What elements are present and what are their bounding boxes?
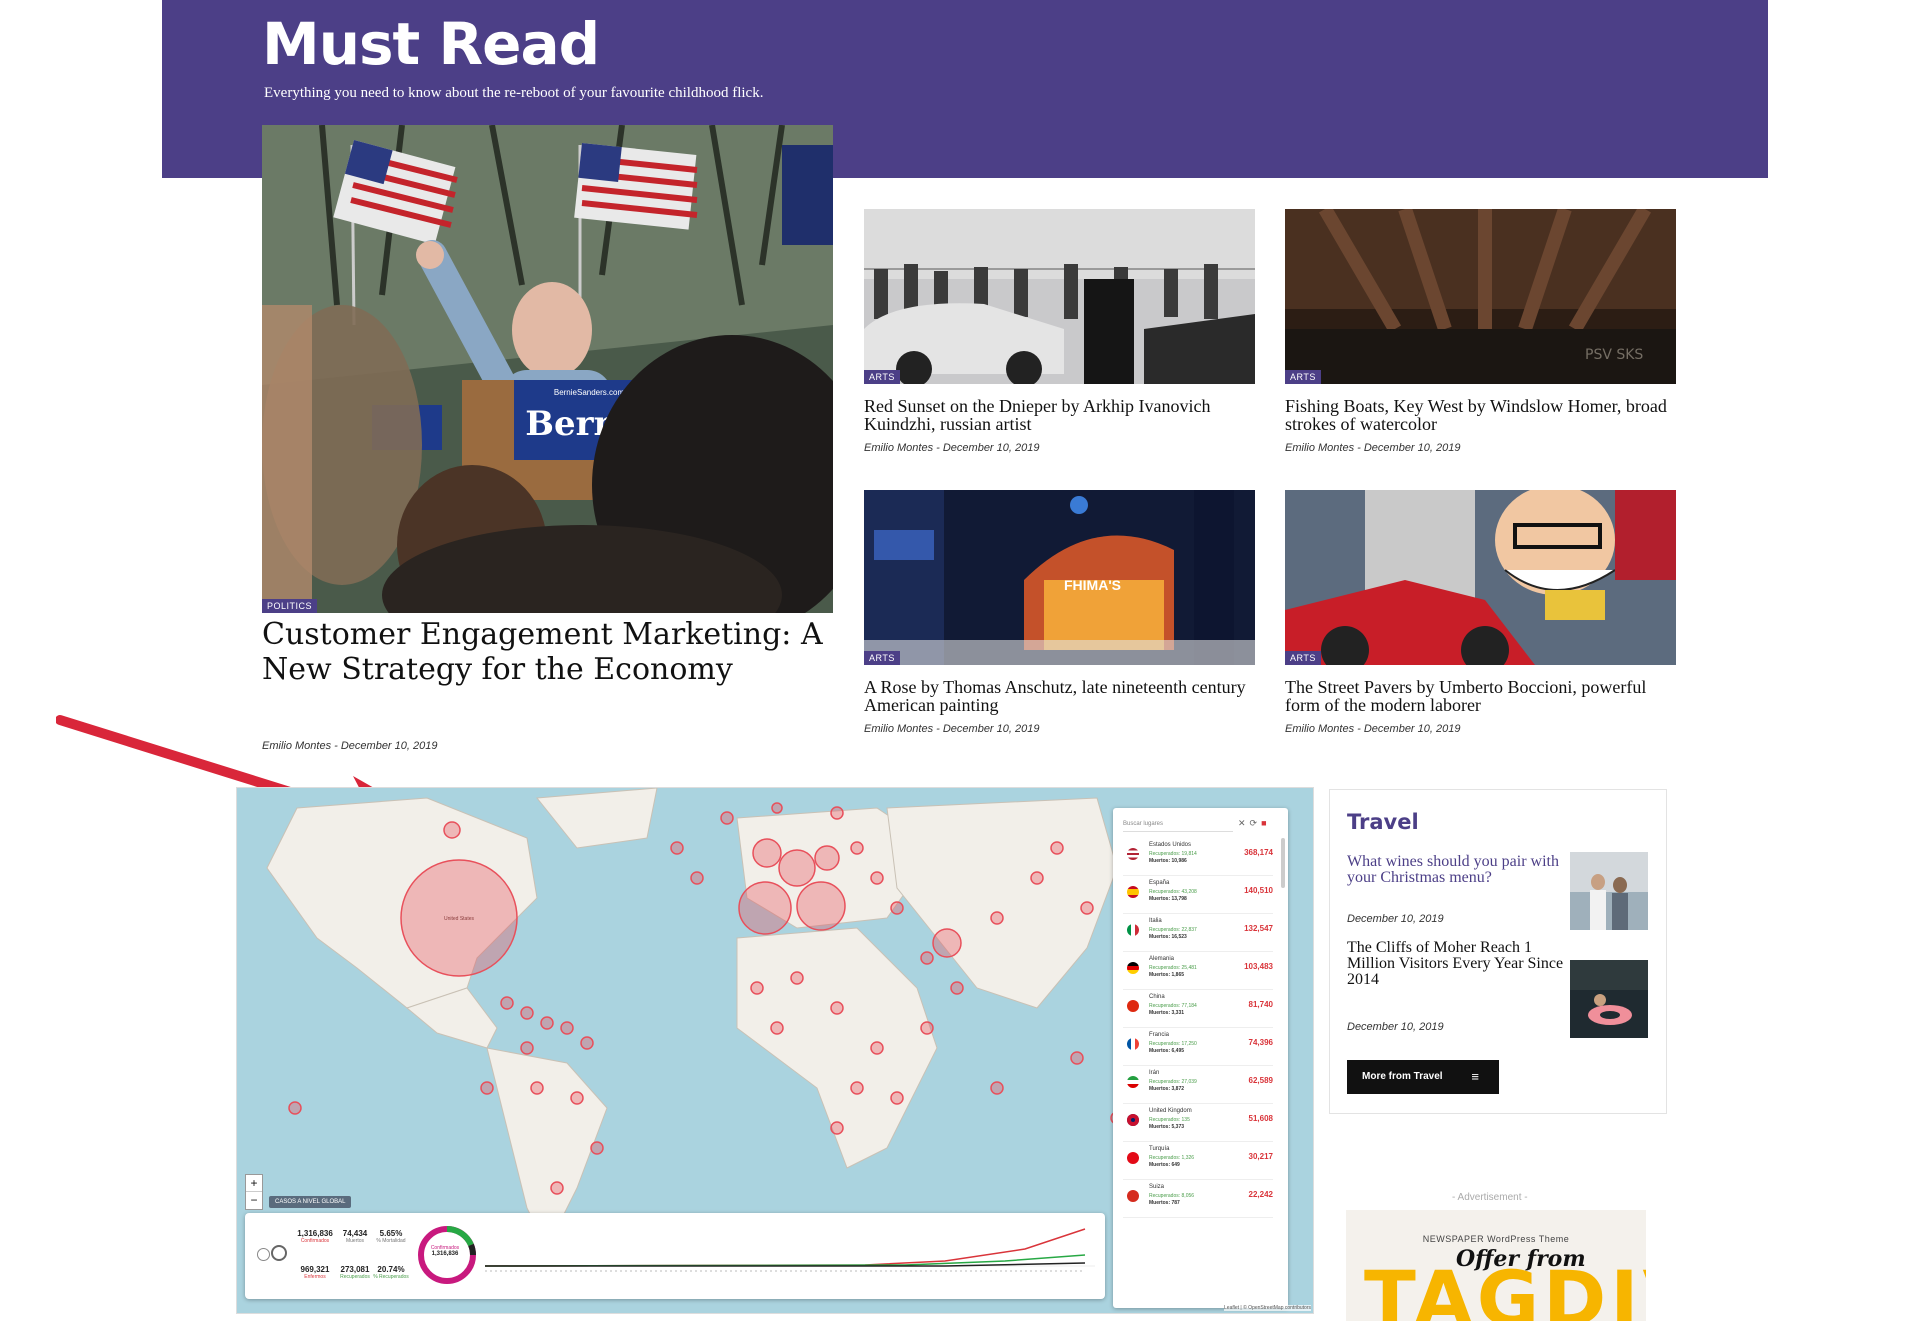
close-icon[interactable]: ✕ — [1238, 818, 1250, 828]
flag-ir-icon — [1127, 1076, 1139, 1088]
stat-recovered: 273,081 Recuperados — [340, 1265, 370, 1280]
category-badge[interactable]: ARTS — [864, 651, 900, 665]
hero-image[interactable]: Bernie BernieSanders.com POLITICS — [262, 125, 833, 613]
card-image[interactable]: FHIMA'S ARTS — [864, 490, 1255, 665]
advertisement-banner[interactable]: NEWSPAPER WordPress Theme TAGDIV Offer f… — [1346, 1210, 1646, 1321]
search-input[interactable]: Buscar lugares — [1123, 818, 1233, 832]
covid-map[interactable]: United States + − CASOS A NIVEL GLOBAL 1… — [236, 787, 1314, 1314]
advertisement-label: - Advertisement - — [1452, 1192, 1528, 1203]
globe-icon[interactable] — [257, 1248, 270, 1261]
ad-offer: Offer from — [1456, 1246, 1586, 1272]
svg-text:BernieSanders.com: BernieSanders.com — [554, 388, 625, 397]
pool-float-photo — [1570, 960, 1648, 1038]
country-row[interactable]: Suiza Recuperados: 8,056 Muertos: 787 22… — [1123, 1182, 1273, 1218]
flag-ch-icon — [1127, 1190, 1139, 1202]
travel-item-thumbnail[interactable] — [1570, 852, 1648, 930]
travel-heading[interactable]: Travel — [1347, 810, 1419, 834]
global-cases-tag[interactable]: CASOS A NIVEL GLOBAL — [269, 1196, 352, 1208]
travel-item-title[interactable]: The Cliffs of Moher Reach 1 Million Visi… — [1347, 940, 1567, 988]
graffiti-text: PSV SKS — [1585, 347, 1643, 363]
country-row[interactable]: Irán Recuperados: 27,039 Muertos: 3,872 … — [1123, 1068, 1273, 1104]
hero-photo: Bernie BernieSanders.com — [262, 125, 833, 613]
card-image[interactable]: ARTS — [1285, 490, 1676, 665]
flag-es-icon — [1127, 886, 1139, 898]
flag-de-icon — [1127, 962, 1139, 974]
card-meta: Emilio Montes - December 10, 2019 — [1285, 442, 1461, 454]
card-image[interactable]: PSV SKS ARTS — [1285, 209, 1676, 384]
country-list-panel: Buscar lugares ✕⟳■ Estados Unidos Recupe… — [1113, 808, 1288, 1308]
card-title[interactable]: A Rose by Thomas Anschutz, late nineteen… — [864, 678, 1264, 714]
card-title[interactable]: Fishing Boats, Key West by Windslow Home… — [1285, 397, 1685, 433]
flag-fr-icon — [1127, 1038, 1139, 1050]
country-row[interactable]: China Recuperados: 77,184 Muertos: 3,331… — [1123, 992, 1273, 1028]
category-badge[interactable]: POLITICS — [262, 599, 318, 613]
country-row[interactable]: España Recuperados: 43,208 Muertos: 13,7… — [1123, 878, 1273, 914]
card-image[interactable]: ARTS — [864, 209, 1255, 384]
trend-chart — [485, 1228, 1095, 1272]
zoom-in-button[interactable]: + — [246, 1175, 262, 1192]
card-meta: Emilio Montes - December 10, 2019 — [864, 442, 1040, 454]
mural-car-photo — [1285, 490, 1676, 665]
svg-text:United States: United States — [444, 916, 475, 922]
more-from-travel-button[interactable]: More from Travel ≡ — [1347, 1060, 1499, 1094]
donut-label: Confirmados 1,316,836 — [430, 1245, 460, 1257]
world-icon[interactable] — [271, 1245, 287, 1261]
svg-text:FHIMA'S: FHIMA'S — [1064, 577, 1121, 593]
travel-item-thumbnail[interactable] — [1570, 960, 1648, 1038]
panel-toolbar: ✕⟳■ — [1238, 818, 1271, 829]
street-crowd-photo — [864, 209, 1255, 384]
section-subtitle: Everything you need to know about the re… — [264, 85, 764, 101]
flag-it-icon — [1127, 924, 1139, 936]
flag-tr-icon — [1127, 1152, 1139, 1164]
map-attribution[interactable]: Leaflet | © OpenStreetMap contributors — [1224, 1305, 1311, 1311]
refresh-icon[interactable]: ⟳ — [1250, 818, 1262, 828]
travel-item-date: December 10, 2019 — [1347, 913, 1444, 925]
stat-deaths: 74,434 Muertos — [342, 1229, 368, 1244]
flag-gb-icon — [1127, 1114, 1139, 1126]
country-row[interactable]: Alemania Recuperados: 25,481 Muertos: 1,… — [1123, 954, 1273, 990]
wooden-ceiling-photo: PSV SKS — [1285, 209, 1676, 384]
card-title[interactable]: Red Sunset on the Dnieper by Arkhip Ivan… — [864, 397, 1264, 433]
card-meta: Emilio Montes - December 10, 2019 — [1285, 723, 1461, 735]
lake-women-photo — [1570, 852, 1648, 930]
category-badge[interactable]: ARTS — [1285, 370, 1321, 384]
flag-us-icon — [1127, 848, 1139, 860]
flag-cn-icon — [1127, 1000, 1139, 1012]
travel-widget: Travel What wines should you pair with y… — [1329, 789, 1667, 1114]
panel-scrollbar[interactable] — [1281, 838, 1285, 888]
category-badge[interactable]: ARTS — [864, 370, 900, 384]
menu-icon: ≡ — [1471, 1069, 1479, 1084]
stat-confirmed: 1,316,836 Confirmados — [297, 1229, 333, 1244]
category-badge[interactable]: ARTS — [1285, 651, 1321, 665]
country-row[interactable]: Estados Unidos Recuperados: 19,814 Muert… — [1123, 840, 1273, 876]
travel-item-date: December 10, 2019 — [1347, 1021, 1444, 1033]
section-title: Must Read — [262, 10, 600, 78]
country-row[interactable]: United Kingdom Recuperados: 135 Muertos:… — [1123, 1106, 1273, 1142]
country-row[interactable]: Italia Recuperados: 22,837 Muertos: 16,5… — [1123, 916, 1273, 952]
zoom-control[interactable]: + − — [245, 1174, 263, 1210]
global-stats-panel: 1,316,836 Confirmados 74,434 Muertos 5.65%… — [245, 1213, 1105, 1299]
country-row[interactable]: Francia Recuperados: 17,250 Muertos: 6,4… — [1123, 1030, 1273, 1066]
zoom-out-button[interactable]: − — [246, 1192, 262, 1209]
stat-mortality: 5.65%% Mortalidad — [376, 1229, 406, 1244]
ad-tagline: NEWSPAPER WordPress Theme — [1422, 1234, 1570, 1244]
us-flag-right — [574, 143, 698, 230]
night-kiosk-photo: FHIMA'S — [864, 490, 1255, 665]
hero-title[interactable]: Customer Engagement Marketing: A New Str… — [262, 617, 832, 687]
language-flag-icon[interactable]: ■ — [1261, 818, 1270, 828]
card-meta: Emilio Montes - December 10, 2019 — [864, 723, 1040, 735]
country-row[interactable]: Turquía Recuperados: 1,326 Muertos: 649 … — [1123, 1144, 1273, 1180]
stat-sick: 969,321 Enfermos — [300, 1265, 330, 1280]
travel-item-title[interactable]: What wines should you pair with your Chr… — [1347, 854, 1567, 886]
card-title[interactable]: The Street Pavers by Umberto Boccioni, p… — [1285, 678, 1685, 714]
stat-recovered-pct: 20.74%% Recuperados — [373, 1265, 409, 1280]
